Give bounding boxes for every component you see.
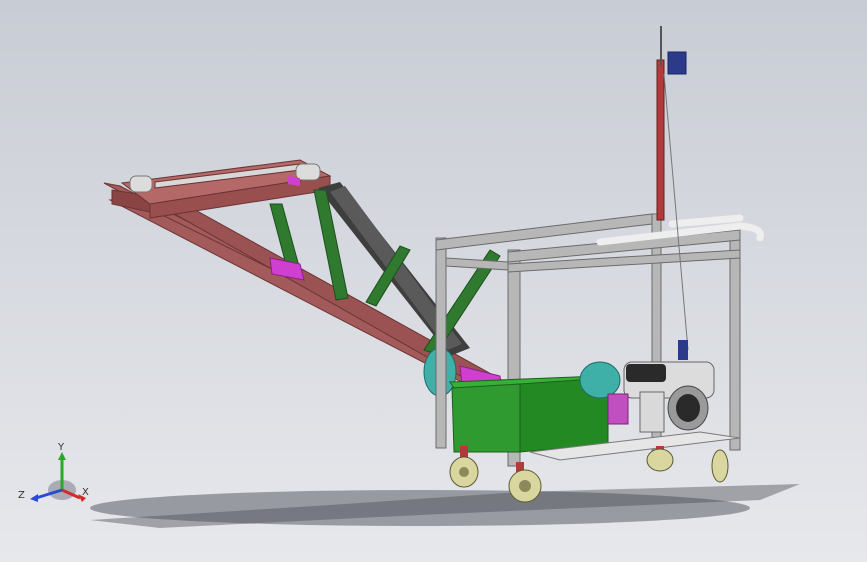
y-axis-label: Y (57, 442, 65, 453)
upper-deck (120, 159, 332, 219)
wheel-rear-right (711, 449, 729, 483)
coordinate-triad: Y X Z (18, 442, 89, 502)
mast (656, 26, 689, 351)
inclined-frame (103, 182, 521, 405)
x-axis-label: X (82, 487, 89, 498)
wheel-rear-left (646, 446, 674, 472)
z-axis-label: Z (18, 490, 25, 501)
conveyor-cart-model[interactable] (0, 0, 867, 562)
z-axis-arrow (30, 494, 38, 502)
y-axis-arrow (58, 452, 66, 460)
wheel-front-right (508, 462, 542, 503)
graphics-viewport[interactable]: Y X Z (0, 0, 867, 562)
